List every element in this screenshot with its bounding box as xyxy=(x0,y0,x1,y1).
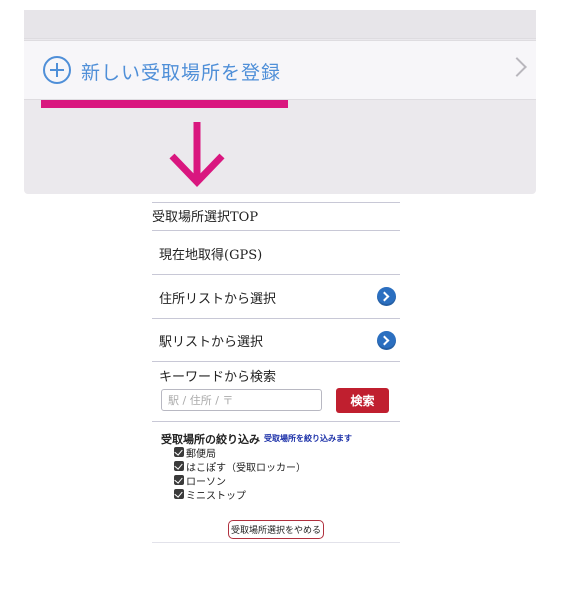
highlight-underline xyxy=(41,100,288,108)
page-title: 受取場所選択TOP xyxy=(152,210,259,225)
divider xyxy=(152,361,400,362)
divider xyxy=(152,542,400,543)
filter-option-label: 郵便局 xyxy=(186,449,216,460)
chevron-right-icon xyxy=(507,57,527,77)
keyword-search-label: キーワードから検索 xyxy=(159,370,277,385)
checkbox-checked-icon[interactable] xyxy=(174,447,184,457)
divider xyxy=(152,202,400,203)
cancel-selection-button[interactable]: 受取場所選択をやめる xyxy=(228,520,324,539)
register-new-location-row[interactable]: 新しい受取場所を登録 xyxy=(24,40,536,100)
search-button[interactable]: 検索 xyxy=(336,388,389,413)
divider xyxy=(152,274,400,275)
down-arrow-icon xyxy=(169,122,225,188)
checkbox-checked-icon[interactable] xyxy=(174,489,184,499)
checkbox-checked-icon[interactable] xyxy=(174,475,184,485)
top-strip xyxy=(24,10,536,39)
register-new-location-label: 新しい受取場所を登録 xyxy=(81,62,282,84)
menu-item-gps[interactable]: 現在地取得(GPS) xyxy=(159,244,262,263)
filter-link[interactable]: 受取場所を絞り込みます xyxy=(264,433,352,444)
arrow-right-circle-icon[interactable] xyxy=(377,331,396,350)
plus-circle-icon xyxy=(43,56,71,84)
divider xyxy=(152,230,400,231)
menu-item-address-list[interactable]: 住所リストから選択 xyxy=(159,288,276,307)
keyword-search-input[interactable] xyxy=(161,389,322,411)
menu-item-station-list[interactable]: 駅リストから選択 xyxy=(159,331,263,350)
divider xyxy=(152,318,400,319)
arrow-right-circle-icon[interactable] xyxy=(377,287,396,306)
checkbox-checked-icon[interactable] xyxy=(174,461,184,471)
filter-option-label: ローソン xyxy=(186,477,226,488)
filter-option-label: はこぽす（受取ロッカー） xyxy=(186,463,306,474)
divider xyxy=(152,421,400,422)
filter-option-label: ミニストップ xyxy=(186,491,246,502)
location-selector-panel: 受取場所選択TOP 現在地取得(GPS) 住所リストから選択 駅リストから選択 … xyxy=(152,198,400,544)
